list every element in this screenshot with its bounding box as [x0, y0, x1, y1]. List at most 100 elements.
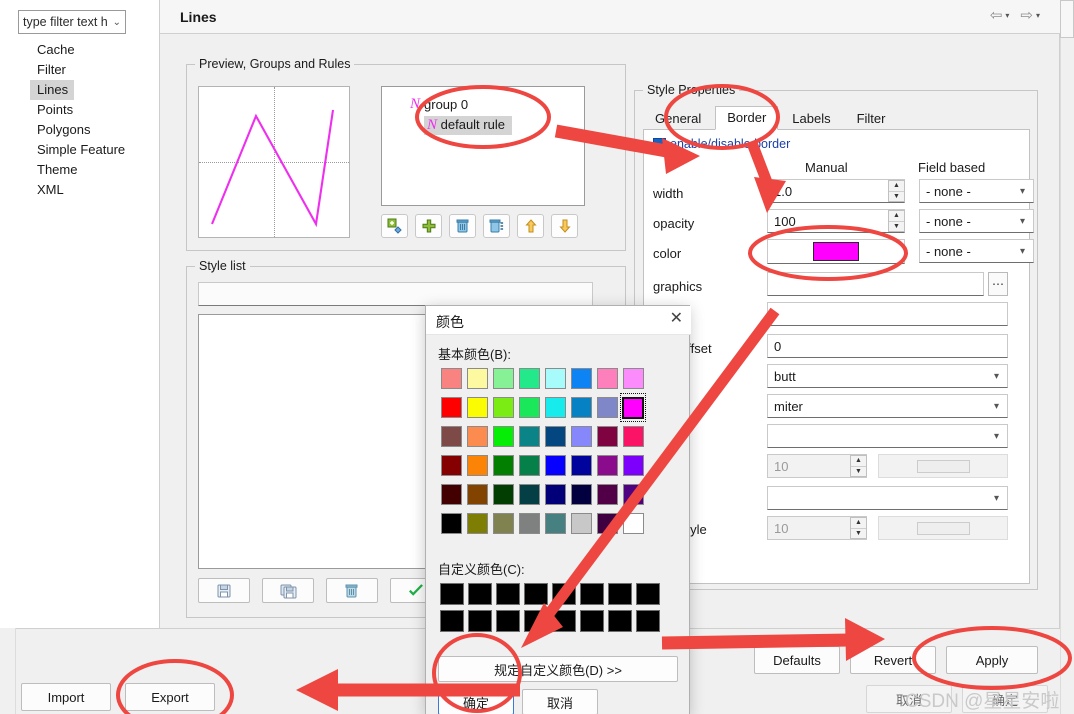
rule-selected-wrap[interactable]: N default rule	[424, 116, 512, 135]
add-group-button[interactable]	[381, 214, 408, 238]
color-dialog-cancel-button[interactable]: 取消	[522, 689, 598, 714]
color-swatch-button[interactable]	[767, 239, 905, 264]
rule-default-row[interactable]: N default rule	[424, 116, 584, 135]
basic-color-swatch[interactable]	[490, 364, 516, 393]
delete-style-button[interactable]	[326, 578, 378, 603]
basic-color-swatch[interactable]	[516, 393, 542, 422]
sidebar-item-lines[interactable]: Lines	[30, 80, 75, 100]
basic-color-swatch[interactable]	[594, 393, 620, 422]
line-join-select[interactable]: miter ▾	[767, 394, 1008, 418]
sidebar-item-simple-feature[interactable]: Simple Feature	[30, 140, 131, 160]
basic-color-swatch[interactable]	[620, 480, 646, 509]
basic-color-swatch[interactable]	[620, 509, 646, 538]
basic-color-swatch[interactable]	[516, 422, 542, 451]
line-cap-select[interactable]: butt ▾	[767, 364, 1008, 388]
color-field-select[interactable]: - none - ▾	[919, 239, 1034, 263]
revert-button[interactable]: Revert	[850, 646, 936, 674]
basic-color-swatch[interactable]	[568, 422, 594, 451]
basic-color-swatch[interactable]	[568, 509, 594, 538]
basic-color-swatch[interactable]	[464, 422, 490, 451]
basic-color-swatch[interactable]	[464, 364, 490, 393]
custom-color-swatch[interactable]	[494, 607, 522, 634]
basic-color-swatch[interactable]	[464, 480, 490, 509]
custom-color-swatch[interactable]	[606, 607, 634, 634]
custom-color-swatch[interactable]	[494, 580, 522, 607]
custom-color-swatch[interactable]	[466, 580, 494, 607]
opacity-field-select[interactable]: - none - ▾	[919, 209, 1034, 233]
start-size-spinner[interactable]: ▲ ▼	[850, 455, 867, 477]
basic-color-swatch[interactable]	[438, 509, 464, 538]
rule-group-row[interactable]: N group 0	[410, 96, 584, 113]
save-style-button[interactable]	[198, 578, 250, 603]
custom-color-swatch[interactable]	[634, 607, 662, 634]
basic-color-swatch[interactable]	[516, 451, 542, 480]
basic-color-swatch[interactable]	[620, 393, 646, 422]
width-spinner[interactable]: ▲ ▼	[888, 180, 905, 202]
basic-color-swatch[interactable]	[490, 509, 516, 538]
basic-color-swatch[interactable]	[542, 393, 568, 422]
basic-color-swatch[interactable]	[594, 422, 620, 451]
basic-color-swatch[interactable]	[464, 451, 490, 480]
sidebar-item-xml[interactable]: XML	[30, 180, 70, 200]
basic-color-swatch[interactable]	[568, 393, 594, 422]
basic-color-swatch[interactable]	[542, 480, 568, 509]
import-button[interactable]: Import	[21, 683, 111, 711]
start-size-spinner-down[interactable]: ▼	[851, 467, 866, 477]
basic-color-swatch[interactable]	[464, 509, 490, 538]
basic-color-swatch[interactable]	[490, 422, 516, 451]
width-spinner-down[interactable]: ▼	[889, 192, 904, 202]
basic-color-swatch[interactable]	[620, 364, 646, 393]
basic-color-swatch[interactable]	[464, 393, 490, 422]
basic-color-swatch[interactable]	[568, 451, 594, 480]
sidebar-item-theme[interactable]: Theme	[30, 160, 83, 180]
basic-color-swatch[interactable]	[438, 451, 464, 480]
sidebar-item-filter[interactable]: Filter	[30, 60, 72, 80]
define-custom-colors-button[interactable]: 规定自定义颜色(D) >>	[438, 656, 678, 682]
basic-color-swatch[interactable]	[438, 364, 464, 393]
custom-color-swatch[interactable]	[438, 580, 466, 607]
width-spinner-up[interactable]: ▲	[889, 181, 904, 192]
width-field-select[interactable]: - none - ▾	[919, 179, 1034, 203]
basic-color-swatch[interactable]	[620, 422, 646, 451]
basic-color-swatch[interactable]	[568, 480, 594, 509]
basic-color-swatch[interactable]	[516, 509, 542, 538]
rules-tree-pane[interactable]: N group 0 N default rule	[381, 86, 585, 206]
enable-border-checkbox[interactable]	[653, 138, 666, 151]
basic-color-swatch[interactable]	[542, 509, 568, 538]
sidebar-item-cache[interactable]: Cache	[30, 40, 81, 60]
style-list-name-input[interactable]	[198, 282, 593, 306]
export-button[interactable]: Export	[125, 683, 215, 711]
right-edge-tab[interactable]	[1060, 0, 1074, 38]
custom-color-swatch[interactable]	[550, 607, 578, 634]
graphics-input[interactable]	[767, 272, 984, 296]
custom-color-swatch[interactable]	[438, 607, 466, 634]
opacity-spinner-down[interactable]: ▼	[889, 222, 904, 232]
start-size-spinner-up[interactable]: ▲	[851, 456, 866, 467]
custom-color-swatch[interactable]	[522, 607, 550, 634]
custom-color-swatch[interactable]	[578, 580, 606, 607]
basic-color-swatch[interactable]	[438, 480, 464, 509]
basic-color-swatch[interactable]	[438, 422, 464, 451]
add-rule-button[interactable]	[415, 214, 442, 238]
basic-color-swatch[interactable]	[542, 451, 568, 480]
basic-color-swatch[interactable]	[516, 480, 542, 509]
arrow-right-icon[interactable]: ⇨	[1020, 8, 1033, 23]
custom-color-swatch[interactable]	[466, 607, 494, 634]
color-dialog-ok-button[interactable]: 确定	[438, 689, 514, 714]
graphics-browse-button[interactable]: ⋯	[988, 272, 1008, 296]
dash-array-input[interactable]	[767, 302, 1008, 326]
forward-history-chevron-icon[interactable]: ▾	[1036, 11, 1040, 20]
tab-labels[interactable]: Labels	[780, 107, 842, 130]
basic-color-swatch[interactable]	[542, 364, 568, 393]
custom-color-swatch[interactable]	[578, 607, 606, 634]
basic-color-swatch[interactable]	[620, 451, 646, 480]
sidebar-item-points[interactable]: Points	[30, 100, 79, 120]
apply-button[interactable]: Apply	[946, 646, 1038, 674]
offset-input[interactable]: 0	[767, 334, 1008, 358]
tab-border[interactable]: Border	[715, 106, 779, 130]
tab-filter[interactable]: Filter	[845, 107, 898, 130]
delete-all-button[interactable]	[483, 214, 510, 238]
filter-input[interactable]: type filter text h ⌄	[18, 10, 126, 34]
defaults-button[interactable]: Defaults	[754, 646, 840, 674]
basic-color-swatch[interactable]	[490, 451, 516, 480]
